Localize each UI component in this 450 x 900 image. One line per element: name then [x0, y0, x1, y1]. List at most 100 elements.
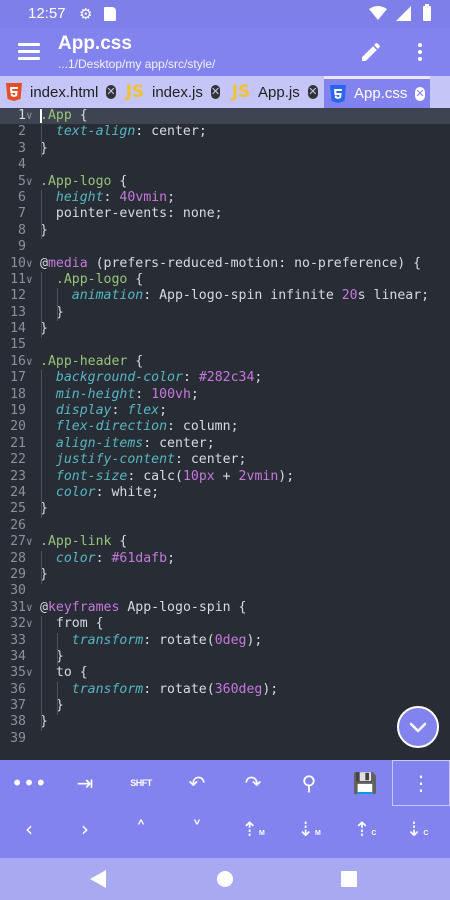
code-line[interactable]: 7 pointer-events: none;: [0, 206, 450, 222]
code-line[interactable]: 28 color: #61dafb;: [0, 551, 450, 567]
code-line[interactable]: 17 background-color: #282c34;: [0, 370, 450, 386]
undo-button[interactable]: ↶: [172, 760, 222, 806]
shift-icon: SHFT: [130, 778, 152, 788]
code-text: .App {: [40, 108, 88, 124]
move-line-up-button[interactable]: ⇡ M: [228, 806, 278, 852]
recents-nav-icon[interactable]: [340, 869, 358, 889]
code-line[interactable]: 20 flex-direction: column;: [0, 419, 450, 435]
fold-arrow-icon[interactable]: ∨: [26, 354, 40, 370]
code-line[interactable]: 21 align-items: center;: [0, 436, 450, 452]
close-tab-icon[interactable]: ✕: [106, 85, 116, 99]
code-line[interactable]: 27 ∨ .App-link {: [0, 534, 450, 550]
search-icon: ⚲: [301, 771, 317, 795]
close-tab-icon[interactable]: ✕: [415, 86, 425, 101]
tab-index-html[interactable]: index.html ✕: [0, 76, 120, 108]
more-symbols-button[interactable]: •••: [4, 760, 54, 806]
code-line[interactable]: 16 ∨ .App-header {: [0, 354, 450, 370]
cursor-right-button[interactable]: ›: [60, 806, 110, 852]
redo-button[interactable]: ↷: [228, 760, 278, 806]
code-line[interactable]: 3}: [0, 141, 450, 157]
fold-arrow-icon[interactable]: ∨: [26, 174, 40, 190]
code-token: );: [262, 681, 279, 697]
code-line[interactable]: 25}: [0, 501, 450, 517]
code-line[interactable]: 11 ∨ .App-logo {: [0, 272, 450, 288]
code-line[interactable]: 19 display: flex;: [0, 403, 450, 419]
tab-key-button[interactable]: ⇥: [60, 760, 110, 806]
line-number: 37: [10, 698, 26, 714]
code-line[interactable]: 23 font-size: calc(10px + 2vmin);: [0, 469, 450, 485]
code-line[interactable]: 14}: [0, 321, 450, 337]
home-nav-icon[interactable]: [216, 869, 234, 889]
code-line[interactable]: 37 }: [0, 698, 450, 714]
fold-arrow-icon[interactable]: ∨: [26, 665, 40, 681]
fold-arrow-icon[interactable]: ∨: [26, 272, 40, 288]
code-token: : column;: [167, 419, 239, 435]
search-button[interactable]: ⚲: [284, 760, 334, 806]
save-button[interactable]: 💾: [340, 760, 390, 806]
cursor-up-button[interactable]: ˄: [116, 806, 166, 852]
copy-line-up-button[interactable]: ⇡ C: [340, 806, 390, 852]
code-line[interactable]: 5 ∨ .App-logo {: [0, 174, 450, 190]
code-line[interactable]: 38}: [0, 714, 450, 730]
move-line-down-button[interactable]: ⇣ M: [284, 806, 334, 852]
shift-button[interactable]: SHFT: [116, 760, 166, 806]
fold-arrow-icon[interactable]: ∨: [26, 534, 40, 550]
tab-app-css[interactable]: App.css ✕: [324, 76, 430, 108]
close-tab-icon[interactable]: ✕: [307, 85, 318, 99]
code-line[interactable]: 6 height: 40vmin;: [0, 190, 450, 206]
code-line[interactable]: 24 color: white;: [0, 485, 450, 501]
code-line[interactable]: 13 }: [0, 305, 450, 321]
code-line[interactable]: 18 min-height: 100vh;: [0, 387, 450, 403]
fold-arrow-icon[interactable]: ∨: [26, 600, 40, 616]
code-line[interactable]: 22 justify-content: center;: [0, 452, 450, 468]
tab-app-js[interactable]: JS App.js ✕: [226, 76, 324, 108]
line-number: 19: [10, 403, 26, 419]
code-line[interactable]: 9: [0, 239, 450, 255]
more-vert-icon[interactable]: [408, 40, 432, 64]
line-number: 38: [10, 714, 26, 730]
hamburger-menu-icon[interactable]: [18, 43, 40, 60]
javascript-icon: JS: [231, 82, 251, 102]
back-nav-icon[interactable]: [89, 869, 107, 889]
code-line[interactable]: 29}: [0, 567, 450, 583]
code-line[interactable]: 1 ∨ .App {: [0, 108, 450, 125]
code-line[interactable]: 12 animation: App-logo-spin infinite 20s…: [0, 288, 450, 304]
overflow-menu-button[interactable]: ⋮: [392, 760, 450, 806]
code-line[interactable]: 15: [0, 337, 450, 353]
code-line[interactable]: 10 ∨ @media (prefers-reduced-motion: no-pr…: [0, 256, 450, 272]
signal-icon: [396, 6, 411, 21]
pencil-edit-icon[interactable]: [359, 40, 383, 64]
code-line[interactable]: 26: [0, 518, 450, 534]
code-token: ;: [159, 403, 168, 419]
tab-label: index.html: [30, 83, 99, 101]
code-token: : center;: [135, 124, 207, 140]
code-line[interactable]: 36 transform: rotate(360deg);: [0, 682, 450, 698]
code-text: transform: rotate(360deg);: [40, 682, 278, 698]
cursor-left-button[interactable]: ‹: [4, 806, 54, 852]
cursor-down-button[interactable]: ˅: [172, 806, 222, 852]
code-line[interactable]: 31 ∨ @keyframes App-logo-spin {: [0, 600, 450, 616]
fold-arrow-icon[interactable]: ∨: [26, 108, 40, 124]
indent-guide: [57, 288, 58, 322]
code-editor[interactable]: 1 ∨ .App {2 text-align: center; 3} 4 5 ∨ .App-l…: [0, 108, 450, 760]
code-line[interactable]: 32 ∨ from {: [0, 616, 450, 632]
code-line[interactable]: 35 ∨ to {: [0, 665, 450, 681]
tab-index-js[interactable]: JS index.js ✕: [120, 76, 226, 108]
code-line[interactable]: 8}: [0, 223, 450, 239]
code-line[interactable]: 2 text-align: center;: [0, 124, 450, 140]
code-token: (prefers-reduced-motion: no-preference) …: [87, 255, 422, 271]
code-line[interactable]: 4: [0, 157, 450, 173]
code-text: .App-logo {: [40, 272, 143, 288]
code-line[interactable]: 33 transform: rotate(0deg);: [0, 633, 450, 649]
wifi-icon: [369, 6, 387, 20]
scroll-down-button[interactable]: [397, 706, 439, 748]
copy-line-down-button[interactable]: ⇣ C: [392, 806, 442, 852]
fold-arrow-icon[interactable]: ∨: [26, 256, 40, 272]
close-tab-icon[interactable]: ✕: [210, 85, 221, 99]
code-line[interactable]: 34 }: [0, 649, 450, 665]
code-line[interactable]: 39: [0, 731, 450, 747]
code-line[interactable]: 30: [0, 583, 450, 599]
fold-arrow-icon[interactable]: ∨: [26, 616, 40, 632]
